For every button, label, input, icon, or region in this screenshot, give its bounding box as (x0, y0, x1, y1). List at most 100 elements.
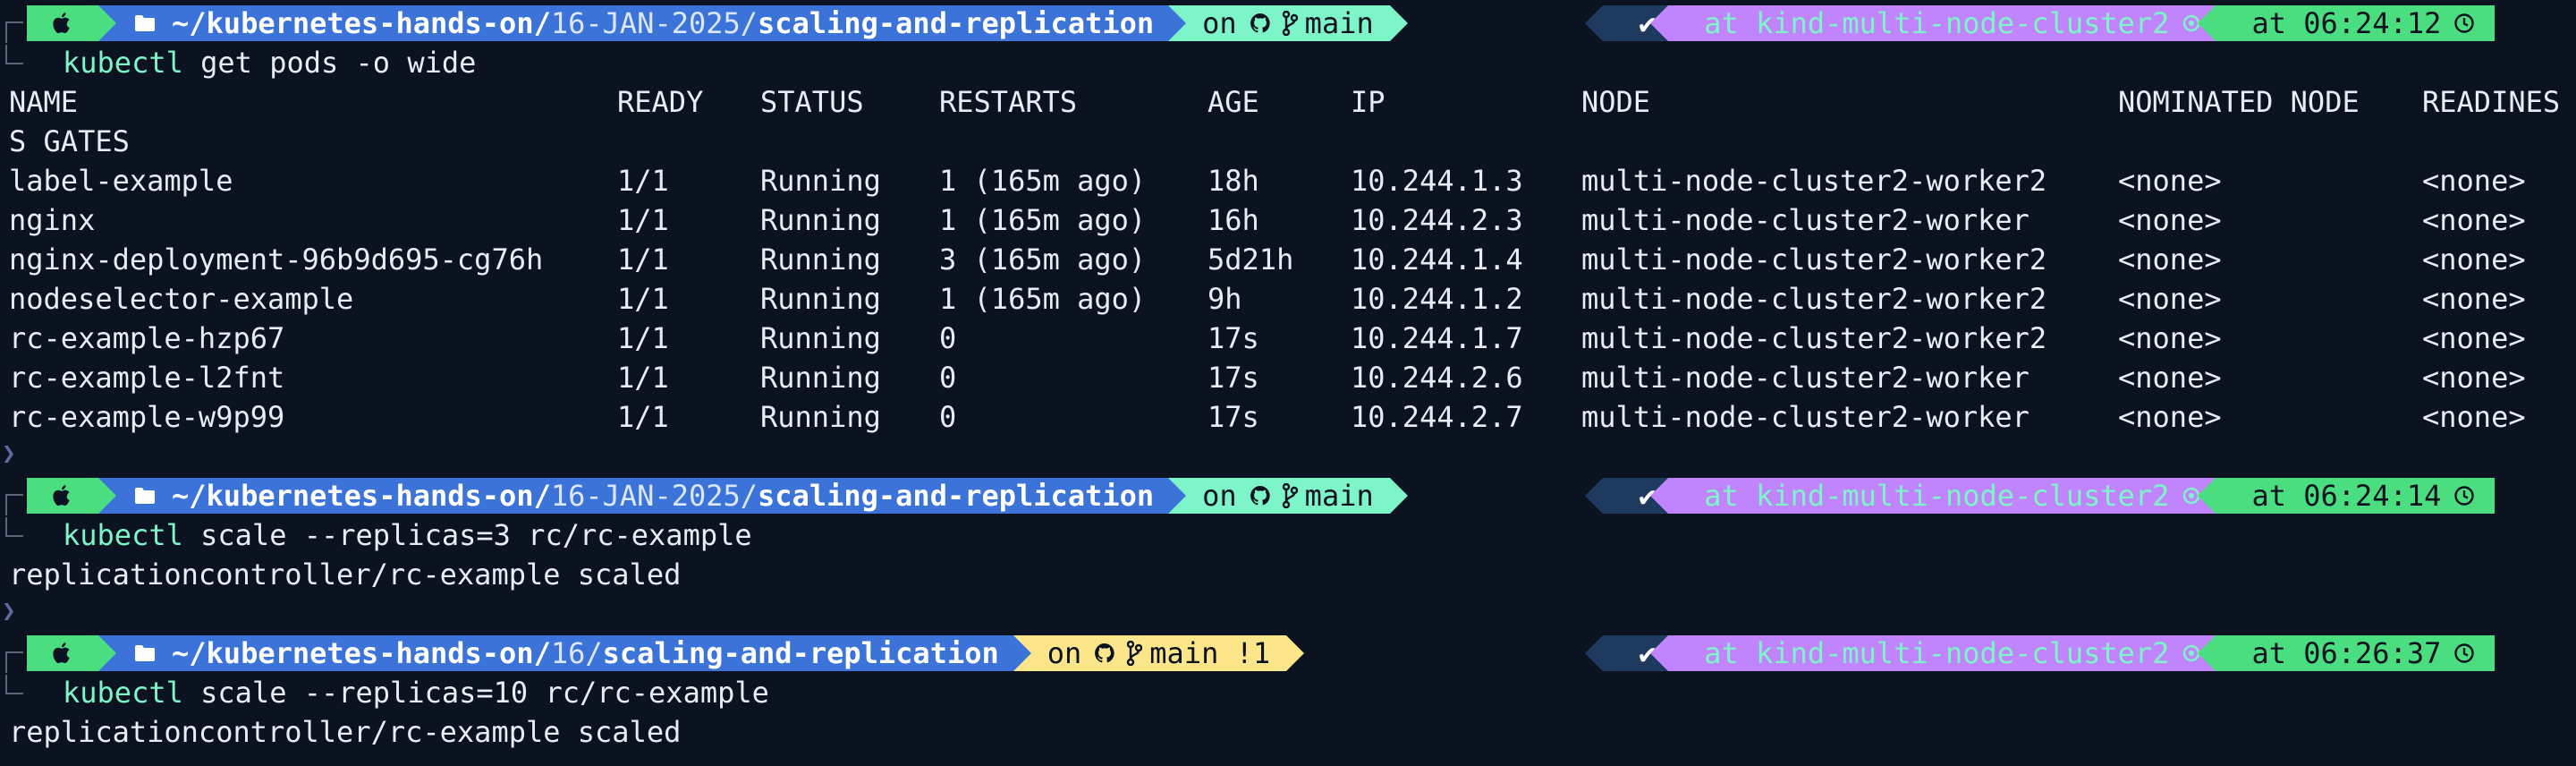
command-args: get pods -o wide (182, 46, 477, 80)
table-cell: <none> (2422, 282, 2526, 316)
command-line: kubectl scale --replicas=3 rc/rc-example (63, 515, 752, 555)
prompt-tree-connector (5, 517, 23, 537)
folder-icon (134, 644, 156, 662)
clock-icon (2453, 643, 2475, 664)
table-cell: nodeselector-example (9, 282, 354, 316)
apple-icon (52, 12, 73, 35)
path-middle: 16 (550, 636, 586, 670)
table-cell: rc-example-w9p99 (9, 400, 285, 434)
table-cell: 0 (939, 361, 957, 395)
table-cell: <none> (2118, 282, 2222, 316)
os-segment (27, 5, 116, 41)
time-segment: at 06:24:14 (2198, 478, 2496, 514)
command-line: kubectl scale --replicas=10 rc/rc-exampl… (63, 673, 769, 712)
table-row: rc-example-w9p99 1/1 Running 0 17s 10.244.2.7… (0, 397, 2576, 437)
git-on-label: on (1202, 6, 1237, 40)
table-cell: 1/1 (617, 164, 669, 198)
prompt-time: at 06:24:14 (2251, 479, 2442, 513)
prompt-caret: ❯ (2, 598, 16, 625)
table-header-row: NAME READY STATUS RESTARTS AGE IP NODE N… (0, 82, 2576, 122)
table-cell: multi-node-cluster2-worker2 (1581, 321, 2047, 355)
table-cell: <none> (2118, 243, 2222, 277)
clock-icon (2453, 13, 2475, 34)
table-cell: 17s (1208, 400, 1259, 434)
table-cell: <none> (2422, 361, 2526, 395)
table-cell: <none> (2422, 400, 2526, 434)
header-cell: AGE (1208, 85, 1259, 119)
table-row: rc-example-hzp67 1/1 Running 0 17s 10.244.1.7… (0, 319, 2576, 358)
table-cell: 1/1 (617, 243, 669, 277)
github-icon (1094, 643, 1115, 664)
table-cell: 1/1 (617, 321, 669, 355)
right-prompt: ✔ at kind-multi-node-cluster2 at 06:24:1… (1585, 478, 2496, 514)
folder-icon (134, 14, 156, 32)
time-segment: at 06:26:37 (2198, 635, 2496, 671)
table-cell: 10.244.1.2 (1351, 282, 1523, 316)
git-segment: on main (1168, 5, 1408, 41)
path-last: scaling-and-replication (758, 6, 1155, 40)
table-cell: multi-node-cluster2-worker2 (1581, 164, 2047, 198)
path-middle: 16-JAN-2025 (550, 479, 741, 513)
prompt-bar: ~/kubernetes-hands-on/16/scaling-and-rep… (27, 635, 1305, 671)
context-segment: at kind-multi-node-cluster2 (1650, 478, 2216, 514)
table-cell: 0 (939, 321, 957, 355)
table-cell: Running (760, 361, 881, 395)
table-cell: 3 (165m ago) (939, 243, 1147, 277)
table-cell: 10.244.2.3 (1351, 203, 1523, 237)
prompt-time: at 06:26:37 (2251, 636, 2442, 670)
path-prefix: ~/kubernetes-hands-on/ (172, 479, 551, 513)
header-cell: NODE (1581, 85, 1651, 119)
header-cell: NOMINATED NODE (2118, 85, 2360, 119)
git-branch-icon (1282, 11, 1298, 36)
apple-icon (52, 484, 73, 507)
command-args: scale --replicas=3 rc/rc-example (182, 518, 752, 552)
path-separator: / (740, 479, 758, 513)
command-args: scale --replicas=10 rc/rc-example (182, 676, 769, 710)
prompt-tree-connector (5, 45, 23, 64)
os-segment (27, 478, 116, 514)
table-cell: 10.244.2.7 (1351, 400, 1523, 434)
table-row: label-example 1/1 Running 1 (165m ago) 18h 10… (0, 161, 2576, 200)
table-cell: <none> (2118, 203, 2222, 237)
path-separator: / (585, 636, 603, 670)
git-on-label: on (1046, 636, 1082, 670)
right-prompt: ✔ at kind-multi-node-cluster2 at 06:26:3… (1585, 635, 2496, 671)
git-branch-name: main (1304, 479, 1374, 513)
table-cell: nginx-deployment-96b9d695-cg76h (9, 243, 544, 277)
prompt-bar: ~/kubernetes-hands-on/16-JAN-2025/scalin… (27, 5, 1408, 41)
table-cell: 18h (1208, 164, 1259, 198)
table-row: nodeselector-example 1/1 Running 1 (165m ag… (0, 279, 2576, 319)
git-branch-name: main (1304, 6, 1374, 40)
table-cell: 1/1 (617, 400, 669, 434)
path-last: scaling-and-replication (758, 479, 1155, 513)
prompt-bar: ~/kubernetes-hands-on/16-JAN-2025/scalin… (27, 478, 1408, 514)
header-wrap: S GATES (9, 124, 130, 158)
path-segment: ~/kubernetes-hands-on/16-JAN-2025/scalin… (98, 478, 1187, 514)
git-branch-icon (1282, 483, 1298, 508)
right-prompt: ✔ at kind-multi-node-cluster2 at 06:24:1… (1585, 5, 2496, 41)
table-cell: 1 (165m ago) (939, 282, 1147, 316)
table-cell: <none> (2422, 164, 2526, 198)
prompt-tree-connector (5, 675, 23, 694)
path-separator: / (740, 6, 758, 40)
prompt-time: at 06:24:12 (2251, 6, 2442, 40)
table-cell: multi-node-cluster2-worker2 (1581, 243, 2047, 277)
table-cell: 17s (1208, 361, 1259, 395)
table-cell: 10.244.1.4 (1351, 243, 1523, 277)
table-cell: 0 (939, 400, 957, 434)
header-cell: READINES (2422, 85, 2561, 119)
git-branch-name: main !1 (1149, 636, 1271, 670)
table-cell: label-example (9, 164, 233, 198)
path-prefix: ~/kubernetes-hands-on/ (172, 636, 551, 670)
table-row: nginx-deployment-96b9d695-cg76h 1/1 Runnin… (0, 240, 2576, 279)
table-cell: 16h (1208, 203, 1259, 237)
github-icon (1250, 485, 1271, 506)
table-cell: <none> (2422, 203, 2526, 237)
os-segment (27, 635, 116, 671)
table-cell: <none> (2422, 243, 2526, 277)
table-cell: 5d21h (1208, 243, 1294, 277)
table-cell: Running (760, 164, 881, 198)
prompt-tree-connector (5, 651, 23, 673)
command-binary: kubectl (63, 46, 183, 80)
table-cell: <none> (2118, 361, 2222, 395)
